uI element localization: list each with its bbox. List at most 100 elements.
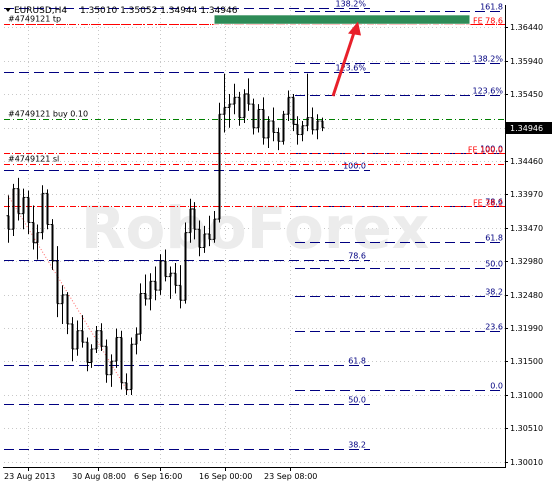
- candle-body: [12, 188, 15, 230]
- candle-body: [149, 281, 152, 299]
- candle-body: [292, 97, 295, 125]
- candle-body: [7, 215, 10, 230]
- y-tick-label: 1.31990: [510, 324, 543, 333]
- current-price-label: 1.34946: [510, 124, 543, 133]
- fib-level-label: 0.0: [490, 382, 503, 391]
- candle-body: [86, 342, 89, 363]
- watermark: RoboForex: [81, 194, 429, 262]
- x-tick-label: 16 Sep 00:00: [199, 472, 252, 481]
- y-tick-label: 1.35940: [510, 57, 543, 66]
- candle-body: [179, 285, 182, 301]
- y-tick-label: 1.30510: [510, 424, 543, 433]
- y-tick-label: 1.31000: [510, 391, 543, 400]
- ohlc-readout: 1.35010 1.35052 1.34944 1.34946: [80, 6, 238, 16]
- candle-body: [105, 346, 108, 375]
- y-tick-label: 1.34460: [510, 157, 543, 166]
- x-tick-label: 23 Sep 08:00: [264, 472, 317, 481]
- candle-body: [208, 233, 211, 240]
- fe-level-label: FE 100.0: [468, 146, 503, 155]
- fe-level-label: FE 38.2: [473, 199, 503, 208]
- fib-level-label: 61.8: [485, 234, 503, 243]
- candle-body: [282, 114, 285, 142]
- candle-body: [306, 117, 309, 126]
- candle-body: [238, 97, 241, 118]
- candle-body: [247, 93, 250, 105]
- candle-body: [203, 233, 206, 248]
- candle-body: [267, 121, 270, 138]
- x-tick-label: 23 Aug 2013: [4, 472, 55, 481]
- candle-body: [193, 208, 196, 230]
- candle-body: [164, 261, 167, 277]
- fib-level-label: 161.8: [480, 3, 503, 12]
- candle-body: [32, 222, 35, 243]
- candle-body: [144, 293, 147, 299]
- candle-body: [61, 294, 64, 304]
- fib-level-label: 38.2: [348, 441, 366, 450]
- x-tick-label: 30 Aug 08:00: [72, 472, 126, 481]
- candle-body: [277, 132, 280, 142]
- candle-body: [120, 337, 123, 383]
- candle-body: [213, 219, 216, 240]
- candle-body: [174, 273, 177, 286]
- candle-body: [90, 348, 93, 363]
- candle-body: [184, 232, 187, 301]
- fib-level-label: 138.2%: [335, 0, 366, 9]
- candle-body: [130, 344, 133, 390]
- fib-level-label: 50.0: [348, 396, 366, 405]
- candle-body: [51, 224, 54, 262]
- candle-body: [110, 361, 113, 375]
- y-tick-label: 1.32480: [510, 291, 543, 300]
- order-label: #4749121 buy 0.10: [8, 110, 88, 119]
- symbol-label: EURUSD,H4: [14, 6, 67, 16]
- fib-level-label: 100.0: [343, 162, 366, 171]
- candle-body: [316, 121, 319, 130]
- fib-level-label: 61.8: [348, 357, 366, 366]
- order-label: #4749121 sl: [8, 155, 59, 164]
- candle-body: [154, 281, 157, 291]
- candle-body: [198, 229, 201, 248]
- candle-body: [228, 104, 231, 108]
- candle-body: [22, 197, 25, 214]
- target-zone-box: [213, 14, 471, 25]
- chart-header: EURUSD,H4 1.35010 1.35052 1.34944 1.3494…: [5, 6, 238, 16]
- candle-body: [169, 273, 172, 277]
- candle-body: [100, 330, 103, 347]
- fib-level-label: 78.6: [348, 252, 366, 261]
- chart-window: RoboForex 161.8 138.2% 123.6% 100.0 78.6 61.8…: [0, 0, 552, 485]
- price-chart: RoboForex 161.8 138.2% 123.6% 100.0 78.6 61.8…: [0, 0, 552, 485]
- candle-body: [27, 197, 30, 223]
- candle-body: [66, 294, 69, 324]
- y-tick-label: 1.35450: [510, 90, 543, 99]
- fib-level-label: 138.2%: [472, 55, 503, 64]
- candle-body: [233, 97, 236, 105]
- y-tick-label: 1.36440: [510, 23, 543, 32]
- candle-body: [257, 109, 260, 128]
- candle-body: [311, 117, 314, 130]
- candle-body: [287, 97, 290, 115]
- candle-body: [46, 193, 49, 225]
- x-tick-label: 6 Sep 16:00: [134, 472, 182, 481]
- candle-body: [189, 208, 192, 233]
- candle-body: [56, 261, 59, 304]
- candle-body: [218, 114, 221, 220]
- fib-level-label: 38.2: [485, 288, 503, 297]
- candle-body: [41, 193, 44, 233]
- fib-level-label: 123.6%: [472, 87, 503, 96]
- candle-body: [272, 121, 275, 133]
- candle-body: [243, 93, 246, 118]
- candle-body: [252, 104, 255, 128]
- y-tick-label: 1.31500: [510, 357, 543, 366]
- fib-level-label: 23.6: [485, 323, 503, 332]
- y-tick-label: 1.30010: [510, 458, 543, 467]
- candle-body: [71, 323, 74, 349]
- candle-body: [81, 330, 84, 343]
- candle-body: [139, 293, 142, 335]
- candle-body: [95, 330, 98, 349]
- candle-body: [36, 232, 39, 243]
- candle-body: [296, 124, 299, 135]
- candle-body: [223, 107, 226, 115]
- candle-body: [76, 330, 79, 349]
- candle-body: [262, 109, 265, 138]
- candle-body: [115, 337, 118, 362]
- fib-level-label: 50.0: [485, 260, 503, 269]
